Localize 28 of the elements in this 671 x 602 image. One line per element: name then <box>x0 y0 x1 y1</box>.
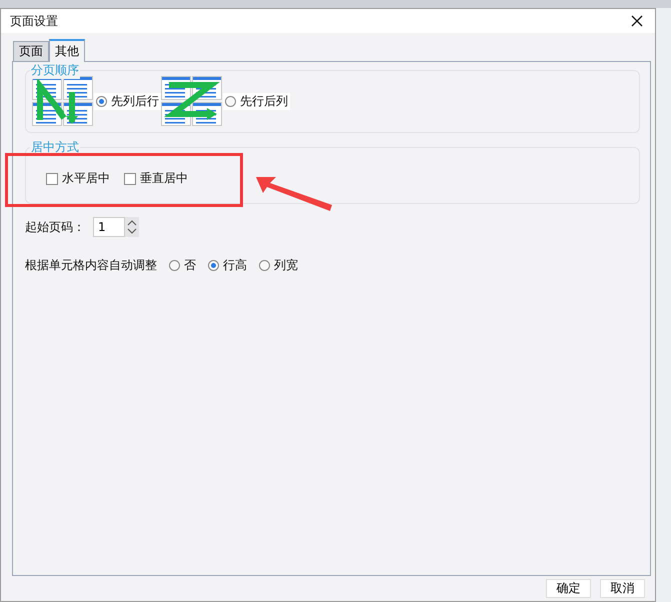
tab[interactable]: 页面 <box>13 41 49 61</box>
row-first-order-icon <box>161 76 223 126</box>
window-title: 页面设置 <box>10 12 58 30</box>
checkbox-option[interactable]: 水平居中 <box>46 170 110 187</box>
radio-button[interactable] <box>169 260 180 271</box>
auto-adjust-label: 根据单元格内容自动调整 <box>25 257 157 274</box>
radio-button[interactable] <box>96 96 107 106</box>
radio-option[interactable]: 先行后列 <box>223 92 290 110</box>
tab[interactable]: 其他 <box>49 39 85 62</box>
radio-option[interactable]: 先列后行 <box>94 92 161 110</box>
column-first-order-icon <box>32 76 94 126</box>
radio-option[interactable]: 否 <box>169 257 196 274</box>
checkbox[interactable] <box>46 172 58 184</box>
checkbox[interactable] <box>124 172 136 184</box>
radio-button[interactable] <box>208 260 219 271</box>
ok-button[interactable]: 确定 <box>546 579 591 598</box>
group-title: 分页顺序 <box>30 62 80 79</box>
radio-button[interactable] <box>259 260 270 271</box>
start-page-spinner[interactable]: 1 <box>93 217 139 237</box>
up-caret-icon[interactable] <box>127 220 137 226</box>
radio-button[interactable] <box>225 96 236 106</box>
close-icon[interactable] <box>631 15 643 27</box>
radio-option[interactable]: 行高 <box>208 257 247 274</box>
start-page-label: 起始页码： <box>25 218 85 236</box>
down-caret-icon[interactable] <box>127 228 137 234</box>
cancel-button[interactable]: 取消 <box>600 579 645 598</box>
checkbox-option[interactable]: 垂直居中 <box>124 170 188 187</box>
radio-option[interactable]: 列宽 <box>259 257 298 274</box>
